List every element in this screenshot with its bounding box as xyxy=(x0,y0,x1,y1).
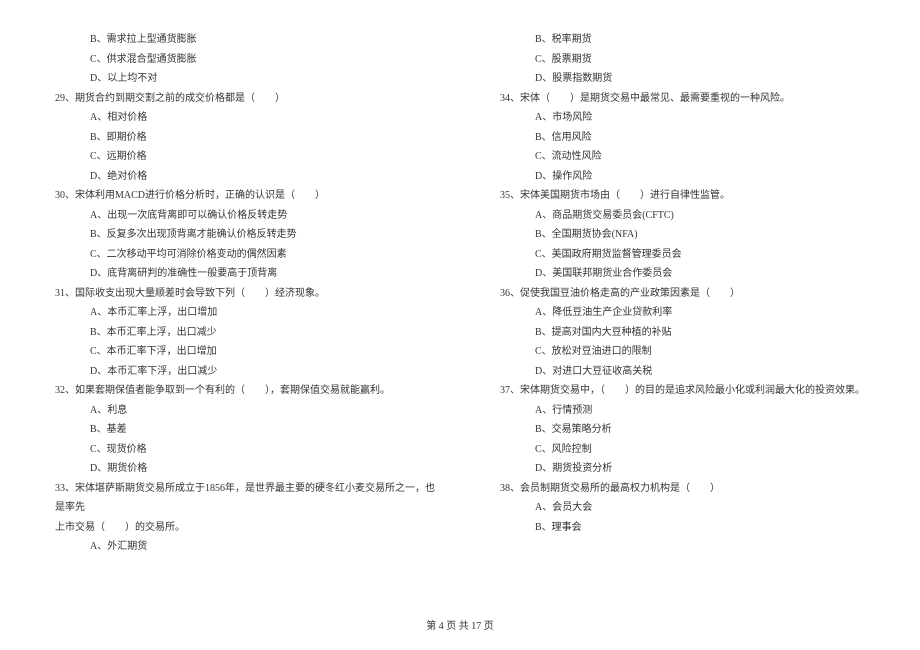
left-column: B、需求拉上型通货膨胀 C、供求混合型通货膨胀 D、以上均不对 29、期货合约到… xyxy=(35,30,440,557)
option-text: D、期货价格 xyxy=(35,459,440,479)
option-text: C、二次移动平均可消除价格变动的偶然因素 xyxy=(35,245,440,265)
option-text: B、全国期货协会(NFA) xyxy=(480,225,885,245)
option-text: D、股票指数期货 xyxy=(480,69,885,89)
option-text: A、降低豆油生产企业贷款利率 xyxy=(480,303,885,323)
question-38: 38、会员制期货交易所的最高权力机构是（ ） xyxy=(480,479,885,499)
option-text: B、基差 xyxy=(35,420,440,440)
question-35: 35、宋体美国期货市场由（ ）进行自律性监管。 xyxy=(480,186,885,206)
option-text: A、外汇期货 xyxy=(35,537,440,557)
option-text: B、信用风险 xyxy=(480,128,885,148)
page-footer: 第 4 页 共 17 页 xyxy=(0,617,920,632)
question-30: 30、宋体利用MACD进行价格分析时，正确的认识是（ ） xyxy=(35,186,440,206)
option-text: B、需求拉上型通货膨胀 xyxy=(35,30,440,50)
question-36: 36、促使我国豆油价格走高的产业政策因素是（ ） xyxy=(480,284,885,304)
option-text: C、本币汇率下浮，出口增加 xyxy=(35,342,440,362)
option-text: D、以上均不对 xyxy=(35,69,440,89)
option-text: B、即期价格 xyxy=(35,128,440,148)
question-33-line2: 上市交易（ ）的交易所。 xyxy=(35,518,440,538)
option-text: C、流动性风险 xyxy=(480,147,885,167)
option-text: D、底背离研判的准确性一般要高于顶背离 xyxy=(35,264,440,284)
option-text: B、税率期货 xyxy=(480,30,885,50)
option-text: A、行情预测 xyxy=(480,401,885,421)
option-text: C、股票期货 xyxy=(480,50,885,70)
question-31: 31、国际收支出现大量顺差时会导致下列（ ）经济现象。 xyxy=(35,284,440,304)
option-text: B、反复多次出现顶背离才能确认价格反转走势 xyxy=(35,225,440,245)
option-text: B、理事会 xyxy=(480,518,885,538)
option-text: B、提高对国内大豆种植的补贴 xyxy=(480,323,885,343)
option-text: C、美国政府期货监督管理委员会 xyxy=(480,245,885,265)
question-29: 29、期货合约到期交割之前的成交价格都是（ ） xyxy=(35,89,440,109)
page-container: B、需求拉上型通货膨胀 C、供求混合型通货膨胀 D、以上均不对 29、期货合约到… xyxy=(0,0,920,597)
option-text: A、会员大会 xyxy=(480,498,885,518)
option-text: D、绝对价格 xyxy=(35,167,440,187)
option-text: D、本币汇率下浮，出口减少 xyxy=(35,362,440,382)
option-text: A、市场风险 xyxy=(480,108,885,128)
option-text: D、操作风险 xyxy=(480,167,885,187)
option-text: A、利息 xyxy=(35,401,440,421)
question-33-line1: 33、宋体堪萨斯期货交易所成立于1856年，是世界最主要的硬冬红小麦交易所之一，… xyxy=(35,479,440,518)
question-32: 32、如果套期保值者能争取到一个有利的（ ），套期保值交易就能赢利。 xyxy=(35,381,440,401)
option-text: C、风险控制 xyxy=(480,440,885,460)
option-text: D、期货投资分析 xyxy=(480,459,885,479)
option-text: C、放松对豆油进口的限制 xyxy=(480,342,885,362)
option-text: B、本币汇率上浮，出口减少 xyxy=(35,323,440,343)
option-text: D、对进口大豆征收高关税 xyxy=(480,362,885,382)
option-text: D、美国联邦期货业合作委员会 xyxy=(480,264,885,284)
question-37: 37、宋体期货交易中，（ ）的目的是追求风险最小化或利润最大化的投资效果。 xyxy=(480,381,885,401)
question-34: 34、宋体（ ）是期货交易中最常见、最需要重视的一种风险。 xyxy=(480,89,885,109)
right-column: B、税率期货 C、股票期货 D、股票指数期货 34、宋体（ ）是期货交易中最常见… xyxy=(480,30,885,557)
option-text: C、远期价格 xyxy=(35,147,440,167)
option-text: A、本币汇率上浮，出口增加 xyxy=(35,303,440,323)
option-text: A、相对价格 xyxy=(35,108,440,128)
option-text: A、商品期货交易委员会(CFTC) xyxy=(480,206,885,226)
option-text: A、出现一次底背离即可以确认价格反转走势 xyxy=(35,206,440,226)
option-text: C、供求混合型通货膨胀 xyxy=(35,50,440,70)
option-text: B、交易策略分析 xyxy=(480,420,885,440)
option-text: C、现货价格 xyxy=(35,440,440,460)
